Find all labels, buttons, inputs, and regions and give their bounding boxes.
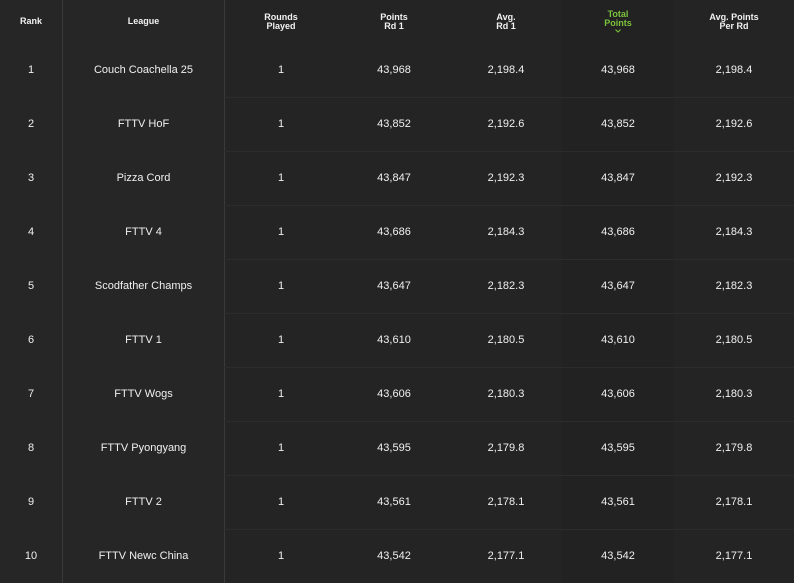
- points-rd1-cell: 43,686: [377, 226, 411, 238]
- table-row[interactable]: 1 Couch Coachella 25 1 43,968 2,198.4 43,968 2…: [0, 43, 794, 97]
- header-league-label: League: [127, 16, 160, 26]
- avg-points-per-rd-cell: 2,178.1: [715, 496, 753, 508]
- avg-points-per-rd-cell: 2,180.3: [715, 388, 753, 400]
- avg-points-per-rd-cell: 2,180.5: [715, 334, 753, 346]
- league-name-cell[interactable]: FTTV Newc China: [63, 529, 224, 583]
- header-avg-points-per-rd[interactable]: Avg. Points Per Rd: [674, 0, 794, 43]
- rounds-played-cell: 1: [277, 388, 285, 400]
- avg-rd1-cell: 2,179.8: [487, 442, 525, 454]
- header-avg-rd1[interactable]: Avg. Rd 1: [450, 0, 562, 43]
- league-name-cell[interactable]: FTTV Wogs: [63, 367, 224, 421]
- points-rd1-cell: 43,847: [377, 172, 411, 184]
- avg-rd1-cell: 2,182.3: [487, 280, 525, 292]
- table-row[interactable]: 5 Scodfather Champs 1 43,647 2,182.3 43,647 2,…: [0, 259, 794, 313]
- header-avgpr-line2: Per Rd: [719, 20, 749, 31]
- rounds-played-cell: 1: [277, 334, 285, 346]
- points-rd1-cell: 43,610: [377, 334, 411, 346]
- table-row[interactable]: 6 FTTV 1 1 43,610 2,180.5 43,610 2,180.5: [0, 313, 794, 367]
- rank-cell: 4: [27, 226, 35, 238]
- avg-points-per-rd-cell: 2,198.4: [715, 64, 753, 76]
- league-name-cell[interactable]: FTTV Pyongyang: [63, 421, 224, 475]
- avg-points-per-rd-cell: 2,177.1: [715, 550, 753, 562]
- rank-cell: 6: [27, 334, 35, 346]
- table-row[interactable]: 7 FTTV Wogs 1 43,606 2,180.3 43,606 2,180.3: [0, 367, 794, 421]
- avg-points-per-rd-cell: 2,184.3: [715, 226, 753, 238]
- rank-cell: 3: [27, 172, 35, 184]
- avg-rd1-cell: 2,184.3: [487, 226, 525, 238]
- league-name-cell[interactable]: FTTV 1: [63, 313, 224, 367]
- avg-rd1-cell: 2,180.3: [487, 388, 525, 400]
- rounds-played-cell: 1: [277, 442, 285, 454]
- points-rd1-cell: 43,542: [377, 550, 411, 562]
- rank-cell: 5: [27, 280, 35, 292]
- avg-rd1-cell: 2,178.1: [487, 496, 525, 508]
- rank-cell: 7: [27, 388, 35, 400]
- points-rd1-cell: 43,852: [377, 118, 411, 130]
- league-name-cell[interactable]: FTTV HoF: [63, 97, 224, 151]
- points-rd1-cell: 43,561: [377, 496, 411, 508]
- rank-cell: 1: [27, 64, 35, 76]
- league-name-cell[interactable]: Couch Coachella 25: [63, 43, 224, 97]
- table-row[interactable]: 3 Pizza Cord 1 43,847 2,192.3 43,847 2,192.3: [0, 151, 794, 205]
- rounds-played-cell: 1: [277, 280, 285, 292]
- table-row[interactable]: 2 FTTV HoF 1 43,852 2,192.6 43,852 2,192.6: [0, 97, 794, 151]
- avg-rd1-cell: 2,198.4: [487, 64, 525, 76]
- total-points-cell: 43,595: [601, 442, 635, 454]
- avg-points-per-rd-cell: 2,182.3: [715, 280, 753, 292]
- avg-rd1-cell: 2,177.1: [487, 550, 525, 562]
- table-row[interactable]: 4 FTTV 4 1 43,686 2,184.3 43,686 2,184.3: [0, 205, 794, 259]
- header-rank[interactable]: Rank: [0, 0, 62, 43]
- table-row[interactable]: 10 FTTV Newc China 1 43,542 2,177.1 43,542 2,1…: [0, 529, 794, 583]
- total-points-cell: 43,606: [601, 388, 635, 400]
- total-points-cell: 43,847: [601, 172, 635, 184]
- table-row[interactable]: 9 FTTV 2 1 43,561 2,178.1 43,561 2,178.1: [0, 475, 794, 529]
- header-rounds-played[interactable]: Rounds Played: [224, 0, 338, 43]
- leaderboard-table: Rank League Rounds Played Points Rd 1 Av…: [0, 0, 794, 583]
- total-points-cell: 43,542: [601, 550, 635, 562]
- league-name-cell[interactable]: Scodfather Champs: [63, 259, 224, 313]
- points-rd1-cell: 43,968: [377, 64, 411, 76]
- rounds-played-cell: 1: [277, 550, 285, 562]
- league-name-cell[interactable]: FTTV 4: [63, 205, 224, 259]
- rank-cell: 8: [27, 442, 35, 454]
- rounds-played-cell: 1: [277, 118, 285, 130]
- total-points-cell: 43,610: [601, 334, 635, 346]
- avg-points-per-rd-cell: 2,192.6: [715, 118, 753, 130]
- rank-cell: 9: [27, 496, 35, 508]
- avg-points-per-rd-cell: 2,179.8: [715, 442, 753, 454]
- total-points-cell: 43,647: [601, 280, 635, 292]
- points-rd1-cell: 43,595: [377, 442, 411, 454]
- avg-rd1-cell: 2,192.3: [487, 172, 525, 184]
- points-rd1-cell: 43,606: [377, 388, 411, 400]
- header-points-line2: Rd 1: [384, 20, 404, 31]
- chevron-down-icon: [615, 29, 621, 33]
- header-points-rd1[interactable]: Points Rd 1: [338, 0, 450, 43]
- header-total-line2: Points: [604, 18, 632, 28]
- rounds-played-cell: 1: [277, 226, 285, 238]
- rounds-played-cell: 1: [277, 496, 285, 508]
- header-rounds-line2: Played: [266, 20, 296, 31]
- avg-rd1-cell: 2,180.5: [487, 334, 525, 346]
- rounds-played-cell: 1: [277, 172, 285, 184]
- avg-points-per-rd-cell: 2,192.3: [715, 172, 753, 184]
- league-name-cell[interactable]: FTTV 2: [63, 475, 224, 529]
- header-total-points[interactable]: Total Points: [562, 0, 674, 43]
- table-header: Rank League Rounds Played Points Rd 1 Av…: [0, 0, 794, 43]
- header-avg1-line2: Rd 1: [496, 20, 516, 31]
- total-points-cell: 43,852: [601, 118, 635, 130]
- table-row[interactable]: 8 FTTV Pyongyang 1 43,595 2,179.8 43,595 2,179…: [0, 421, 794, 475]
- rank-cell: 10: [24, 550, 38, 562]
- total-points-cell: 43,968: [601, 64, 635, 76]
- rounds-played-cell: 1: [277, 64, 285, 76]
- points-rd1-cell: 43,647: [377, 280, 411, 292]
- rank-cell: 2: [27, 118, 35, 130]
- header-rank-label: Rank: [19, 16, 42, 26]
- league-name-cell[interactable]: Pizza Cord: [63, 151, 224, 205]
- avg-rd1-cell: 2,192.6: [487, 118, 525, 130]
- header-league[interactable]: League: [63, 0, 224, 43]
- total-points-cell: 43,561: [601, 496, 635, 508]
- total-points-cell: 43,686: [601, 226, 635, 238]
